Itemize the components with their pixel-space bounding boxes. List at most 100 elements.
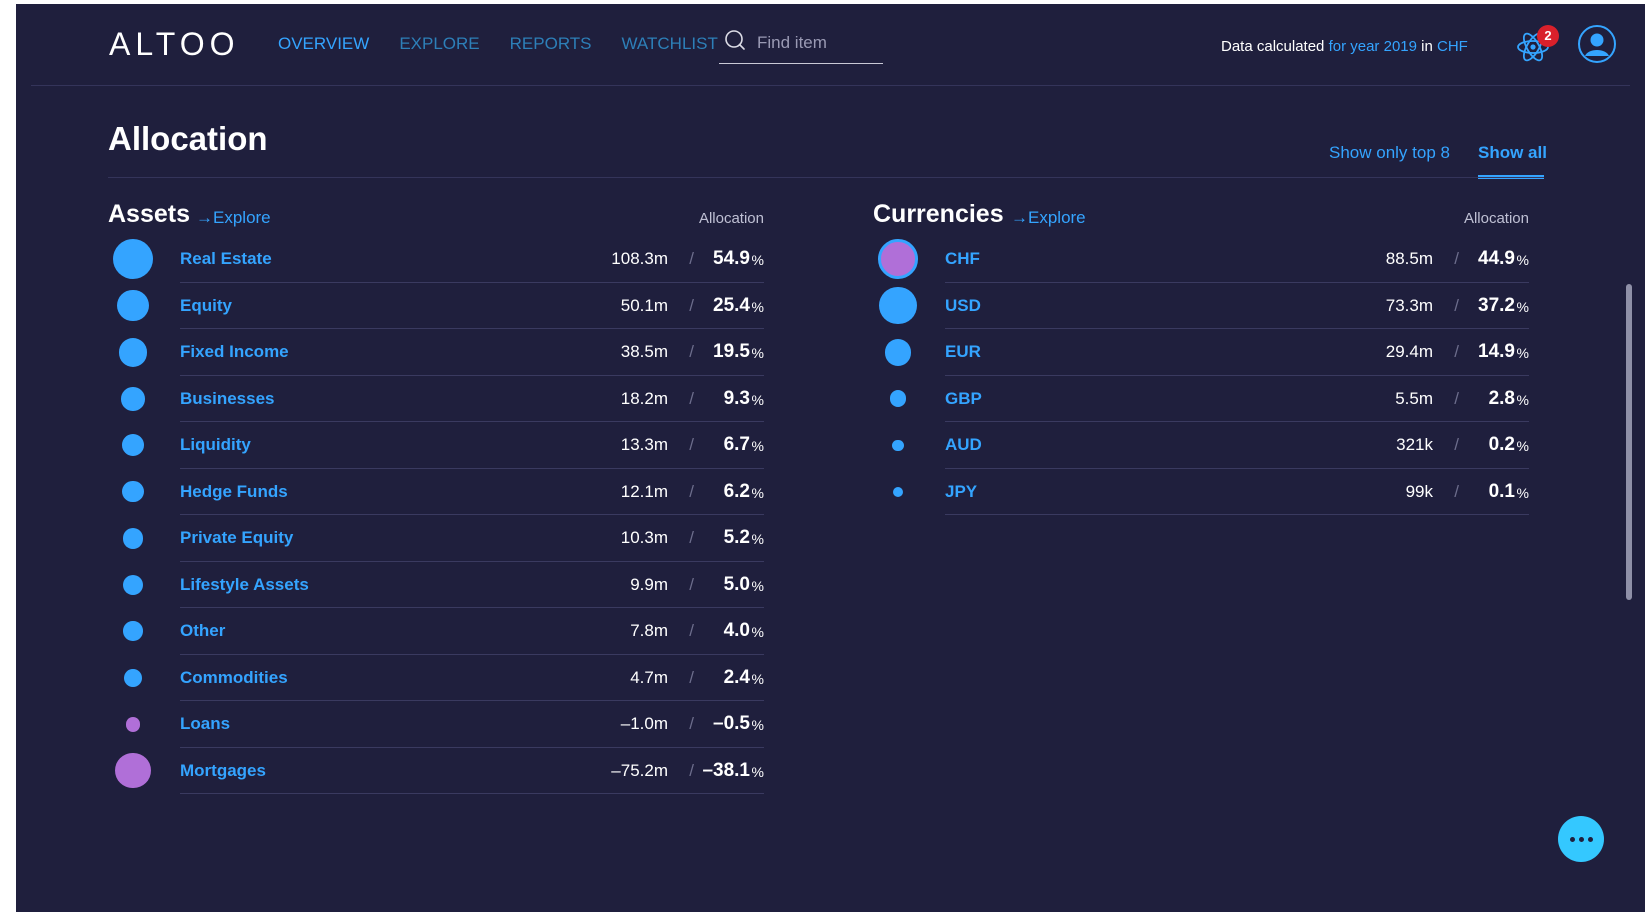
separator: / — [689, 435, 694, 454]
chat-button[interactable] — [1558, 816, 1604, 862]
item-amount: 9.9m — [630, 574, 668, 594]
allocation-dot-cell — [873, 376, 923, 423]
scrollbar[interactable] — [1626, 284, 1632, 600]
allocation-dot — [122, 574, 144, 595]
arrow-right-icon: → — [1011, 208, 1028, 227]
item-name-link[interactable]: Businesses — [180, 389, 275, 409]
assets-explore-link[interactable]: →Explore — [196, 208, 271, 228]
item-amount: 18.2m — [620, 388, 668, 408]
list-item[interactable]: Liquidity 13.3m / 6.7% — [108, 422, 764, 469]
separator: / — [689, 342, 694, 361]
item-amount: 5.5m — [1395, 388, 1433, 408]
item-amount: 108.3m — [611, 249, 668, 268]
calc-currency[interactable]: CHF — [1437, 38, 1468, 55]
item-name-link[interactable]: JPY — [945, 482, 977, 502]
item-percentage: 19.5 — [713, 341, 750, 362]
item-amount: 7.8m — [630, 621, 668, 640]
nav-watchlist[interactable]: WATCHLIST — [622, 34, 718, 54]
allocation-dot-cell — [108, 748, 158, 795]
calc-in: in — [1421, 38, 1433, 55]
calc-year[interactable]: for year 2019 — [1329, 38, 1417, 55]
list-item[interactable]: JPY 99k / 0.1% — [873, 469, 1529, 516]
separator: / — [1454, 435, 1459, 454]
altoo-logo[interactable]: ALTOO — [109, 26, 240, 63]
list-item[interactable]: Hedge Funds 12.1m / 6.2% — [108, 469, 764, 515]
allocation-dot — [884, 338, 912, 366]
list-item[interactable]: Loans –1.0m / –0.5% — [108, 701, 764, 748]
item-percentage: –38.1 — [702, 759, 750, 781]
item-name-link[interactable]: Mortgages — [180, 761, 266, 781]
allocation-dot — [122, 481, 144, 503]
separator: / — [689, 295, 694, 315]
item-percentage: 0.1 — [1488, 480, 1515, 502]
show-all-toggle[interactable]: Show all — [1478, 143, 1547, 163]
separator: / — [1454, 388, 1459, 408]
calc-prefix: Data calculated — [1221, 38, 1325, 55]
allocation-dot — [121, 386, 145, 411]
item-name-link[interactable]: AUD — [945, 435, 982, 455]
list-item[interactable]: AUD 321k / 0.2% — [873, 422, 1529, 469]
item-percentage: 2.4 — [723, 666, 750, 688]
search-icon[interactable] — [723, 28, 747, 52]
item-percentage: 6.2 — [723, 480, 750, 502]
more-dots-icon — [1569, 836, 1575, 842]
list-item[interactable]: Private Equity 10.3m / 5.2% — [108, 515, 764, 562]
percent-sign: % — [751, 484, 764, 501]
item-name-link[interactable]: Hedge Funds — [180, 482, 288, 502]
list-item[interactable]: Mortgages –75.2m / –38.1% — [108, 748, 764, 795]
show-top8-toggle[interactable]: Show only top 8 — [1329, 143, 1450, 163]
item-percentage: 0.2 — [1488, 434, 1515, 455]
item-name-link[interactable]: GBP — [945, 389, 982, 409]
item-name-link[interactable]: Liquidity — [180, 435, 251, 455]
list-item[interactable]: Real Estate 108.3m / 54.9% — [108, 236, 764, 283]
item-name-link[interactable]: Other — [180, 621, 225, 641]
list-item[interactable]: Fixed Income 38.5m / 19.5% — [108, 329, 764, 376]
item-percentage: 14.9 — [1478, 341, 1515, 362]
user-icon[interactable] — [1577, 24, 1617, 64]
item-name-link[interactable]: USD — [945, 296, 981, 316]
item-name-link[interactable]: Equity — [180, 296, 232, 316]
nav-explore[interactable]: EXPLORE — [399, 34, 479, 54]
separator: / — [1454, 295, 1459, 315]
currencies-explore-link[interactable]: →Explore — [1011, 208, 1086, 228]
allocation-dot-cell — [873, 283, 923, 330]
item-amount: 73.3m — [1385, 295, 1433, 315]
item-name-link[interactable]: Commodities — [180, 668, 288, 688]
top-header: ALTOO OVERVIEW EXPLORE REPORTS WATCHLIST… — [16, 4, 1645, 86]
item-name-link[interactable]: Real Estate — [180, 249, 272, 269]
separator: / — [689, 388, 694, 408]
allocation-dot-cell — [873, 469, 923, 516]
list-item[interactable]: Other 7.8m / 4.0% — [108, 608, 764, 655]
item-percentage: 4.0 — [723, 620, 750, 641]
list-item[interactable]: Commodities 4.7m / 2.4% — [108, 655, 764, 701]
item-name-link[interactable]: Lifestyle Assets — [180, 575, 309, 595]
allocation-dot — [123, 621, 143, 642]
separator: / — [689, 249, 694, 268]
item-amount: 4.7m — [630, 667, 668, 687]
list-item[interactable]: GBP 5.5m / 2.8% — [873, 376, 1529, 423]
item-name-link[interactable]: Fixed Income — [180, 342, 289, 362]
search-input[interactable] — [757, 30, 879, 56]
item-name-link[interactable]: Loans — [180, 714, 230, 734]
list-item[interactable]: EUR 29.4m / 14.9% — [873, 329, 1529, 376]
list-item[interactable]: Equity 50.1m / 25.4% — [108, 283, 764, 329]
list-item[interactable]: USD 73.3m / 37.2% — [873, 283, 1529, 330]
item-amount: 10.3m — [620, 528, 668, 547]
list-item[interactable]: Businesses 18.2m / 9.3% — [108, 376, 764, 422]
item-amount: 321k — [1396, 435, 1433, 454]
item-amount: 99k — [1405, 481, 1433, 501]
item-amount: –75.2m — [611, 760, 668, 780]
row-divider — [180, 793, 764, 794]
nav-overview[interactable]: OVERVIEW — [278, 34, 369, 54]
list-item[interactable]: Lifestyle Assets 9.9m / 5.0% — [108, 562, 764, 608]
allocation-dot — [879, 287, 917, 325]
nav-reports[interactable]: REPORTS — [510, 34, 592, 54]
separator: / — [1454, 249, 1459, 268]
item-name-link[interactable]: EUR — [945, 342, 981, 362]
item-name-link[interactable]: CHF — [945, 249, 980, 269]
allocation-dot-cell — [873, 329, 923, 376]
item-percentage: 37.2 — [1478, 294, 1515, 316]
item-amount: 29.4m — [1385, 342, 1433, 361]
list-item[interactable]: CHF 88.5m / 44.9% — [873, 236, 1529, 283]
item-name-link[interactable]: Private Equity — [180, 528, 293, 548]
